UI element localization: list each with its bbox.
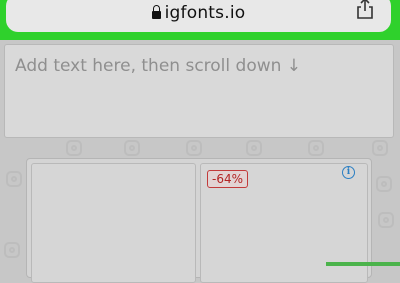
text-input-placeholder: Add text here, then scroll down ↓ [15, 56, 302, 76]
url-text[interactable]: igfonts.io [165, 3, 246, 23]
instagram-icon [186, 140, 202, 156]
lock-icon [151, 5, 161, 19]
url-bar[interactable]: igfonts.io [6, 0, 391, 32]
discount-badge: -64% [207, 170, 249, 188]
instagram-icon [372, 140, 388, 156]
instagram-icon [378, 212, 394, 228]
product-tile[interactable] [31, 163, 196, 283]
text-input-area[interactable]: Add text here, then scroll down ↓ [4, 44, 394, 138]
instagram-icon [124, 140, 140, 156]
preview-card: -64% i [26, 158, 372, 283]
instagram-icon [376, 176, 392, 192]
share-icon[interactable] [355, 0, 375, 20]
instagram-icon [6, 171, 22, 187]
instagram-icon [66, 140, 82, 156]
instagram-icon [246, 140, 262, 156]
info-icon[interactable]: i [342, 166, 355, 179]
green-button-edge[interactable] [326, 262, 400, 266]
url-bar-highlight: igfonts.io [0, 0, 400, 40]
instagram-icon [308, 140, 324, 156]
instagram-icon [4, 242, 20, 258]
